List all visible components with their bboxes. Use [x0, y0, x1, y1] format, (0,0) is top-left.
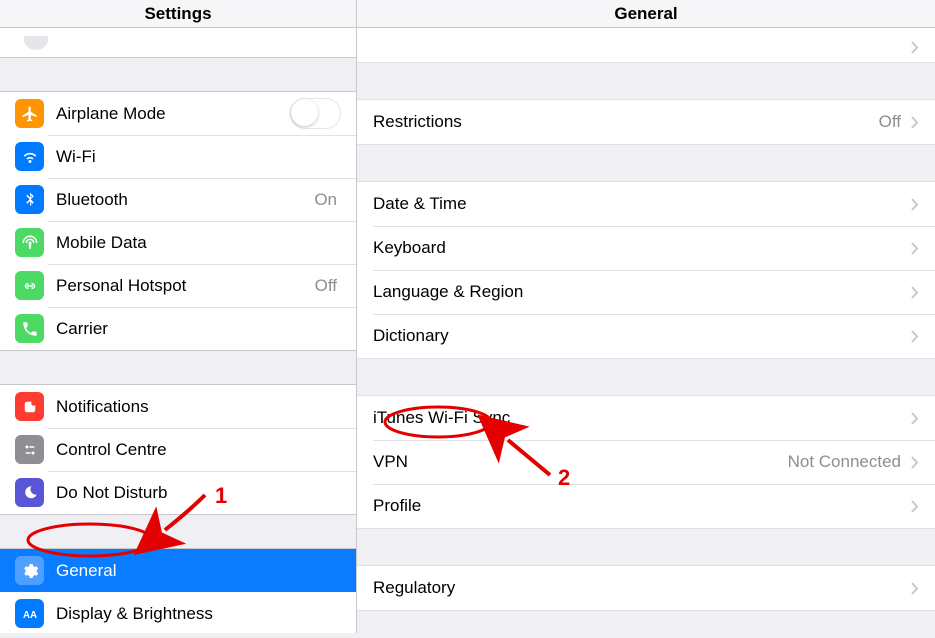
- group-background-refresh: [357, 28, 935, 63]
- chevron-right-icon: [911, 41, 919, 54]
- restrictions-label: Restrictions: [373, 112, 879, 132]
- detail-scroll[interactable]: Restrictions Off Date & Time Keyboard La…: [357, 28, 935, 633]
- control-centre-label: Control Centre: [56, 440, 341, 460]
- sidebar-item-display-brightness[interactable]: AA Display & Brightness: [0, 592, 356, 633]
- vpn-value: Not Connected: [788, 452, 901, 472]
- row-profile[interactable]: Profile: [357, 484, 935, 528]
- avatar-icon: [24, 36, 48, 50]
- row-keyboard[interactable]: Keyboard: [357, 226, 935, 270]
- sidebar-group-2: Notifications Control Centre Do Not Dist…: [0, 384, 356, 515]
- row-itunes-wifi-sync[interactable]: iTunes Wi-Fi Sync: [357, 396, 935, 440]
- sidebar-item-control-centre[interactable]: Control Centre: [0, 428, 356, 471]
- notifications-icon: [15, 392, 44, 421]
- bluetooth-label: Bluetooth: [56, 190, 314, 210]
- chevron-right-icon: [911, 500, 919, 513]
- sidebar-item-notifications[interactable]: Notifications: [0, 385, 356, 428]
- group-regulatory: Regulatory: [357, 565, 935, 611]
- group-datetime: Date & Time Keyboard Language & Region D…: [357, 181, 935, 359]
- mobile-data-label: Mobile Data: [56, 233, 341, 253]
- sidebar-title: Settings: [0, 0, 356, 28]
- hotspot-icon: [15, 271, 44, 300]
- sidebar-group-3: General AA Display & Brightness Wallpape…: [0, 548, 356, 633]
- row-restrictions[interactable]: Restrictions Off: [357, 100, 935, 144]
- sidebar-item-do-not-disturb[interactable]: Do Not Disturb: [0, 471, 356, 514]
- hotspot-value: Off: [315, 276, 337, 296]
- sidebar-item-carrier[interactable]: Carrier: [0, 307, 356, 350]
- airplane-toggle[interactable]: [290, 98, 341, 129]
- display-label: Display & Brightness: [56, 604, 341, 624]
- sidebar-item-airplane-mode[interactable]: Airplane Mode: [0, 92, 356, 135]
- general-label: General: [56, 561, 341, 581]
- carrier-label: Carrier: [56, 319, 337, 339]
- chevron-right-icon: [911, 582, 919, 595]
- notifications-label: Notifications: [56, 397, 341, 417]
- sidebar-item-personal-hotspot[interactable]: Personal Hotspot Off: [0, 264, 356, 307]
- row-dictionary[interactable]: Dictionary: [357, 314, 935, 358]
- chevron-right-icon: [911, 198, 919, 211]
- hotspot-label: Personal Hotspot: [56, 276, 315, 296]
- sidebar-item-bluetooth[interactable]: Bluetooth On: [0, 178, 356, 221]
- detail-panel: General Restrictions Off Date & Time: [357, 0, 935, 633]
- wifi-icon: [15, 142, 44, 171]
- control-centre-icon: [15, 435, 44, 464]
- settings-sidebar: Settings Airplane Mode Wi: [0, 0, 357, 633]
- restrictions-value: Off: [879, 112, 901, 132]
- app-window: Settings Airplane Mode Wi: [0, 0, 935, 633]
- chevron-right-icon: [911, 330, 919, 343]
- group-itunes-vpn: iTunes Wi-Fi Sync VPN Not Connected Prof…: [357, 395, 935, 529]
- dnd-label: Do Not Disturb: [56, 483, 341, 503]
- row-date-time[interactable]: Date & Time: [357, 182, 935, 226]
- row-vpn[interactable]: VPN Not Connected: [357, 440, 935, 484]
- phone-icon: [15, 314, 44, 343]
- wifi-label: Wi-Fi: [56, 147, 337, 167]
- row-background-app-refresh[interactable]: [357, 28, 935, 62]
- chevron-right-icon: [911, 412, 919, 425]
- bluetooth-value: On: [314, 190, 337, 210]
- antenna-icon: [15, 228, 44, 257]
- sidebar-scroll[interactable]: Airplane Mode Wi-Fi Bluetooth On: [0, 28, 356, 633]
- row-regulatory[interactable]: Regulatory: [357, 566, 935, 610]
- row-language-region[interactable]: Language & Region: [357, 270, 935, 314]
- group-restrictions: Restrictions Off: [357, 99, 935, 145]
- airplane-label: Airplane Mode: [56, 104, 290, 124]
- airplane-icon: [15, 99, 44, 128]
- moon-icon: [15, 478, 44, 507]
- bluetooth-icon: [15, 185, 44, 214]
- user-account-row-partial[interactable]: [0, 28, 356, 58]
- detail-title: General: [357, 0, 935, 28]
- gear-icon: [15, 556, 44, 585]
- sidebar-group-1: Airplane Mode Wi-Fi Bluetooth On: [0, 91, 356, 351]
- display-icon: AA: [15, 599, 44, 628]
- chevron-right-icon: [911, 242, 919, 255]
- sidebar-item-mobile-data[interactable]: Mobile Data: [0, 221, 356, 264]
- sidebar-item-wifi[interactable]: Wi-Fi: [0, 135, 356, 178]
- svg-text:AA: AA: [22, 609, 36, 620]
- chevron-right-icon: [911, 286, 919, 299]
- chevron-right-icon: [911, 116, 919, 129]
- sidebar-item-general[interactable]: General: [0, 549, 356, 592]
- chevron-right-icon: [911, 456, 919, 469]
